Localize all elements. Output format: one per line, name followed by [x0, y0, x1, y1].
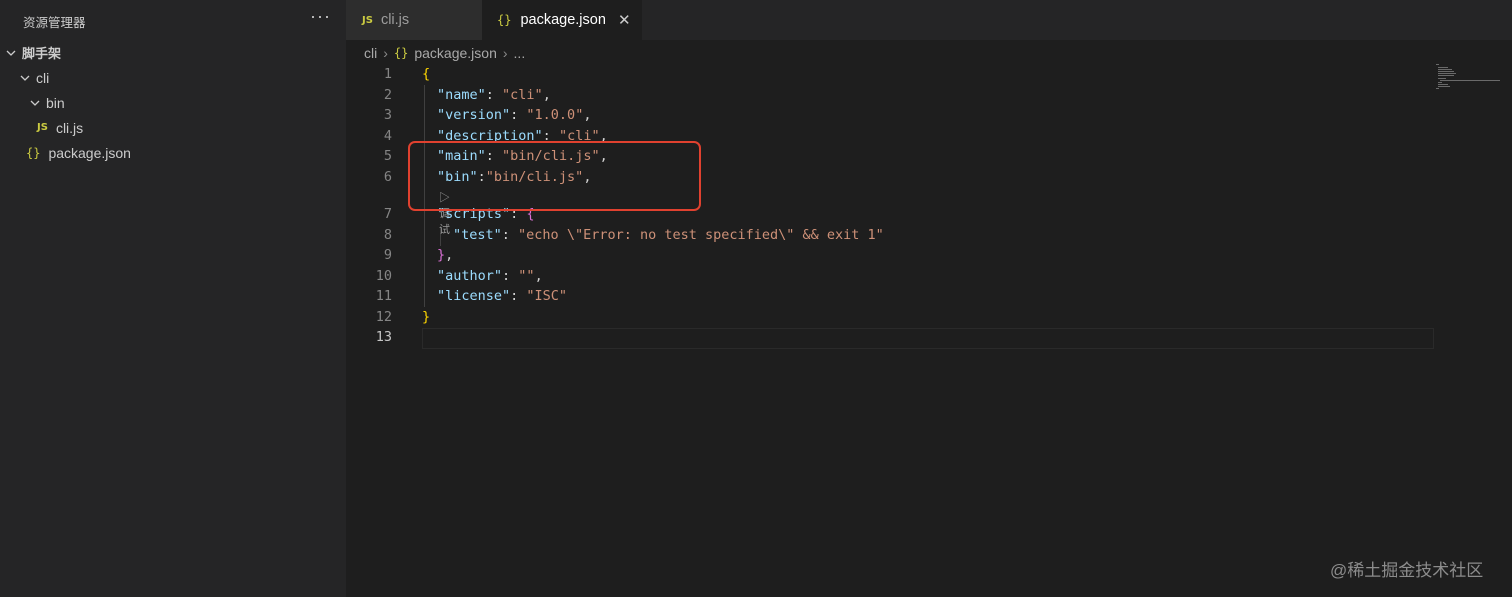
- tree-folder-cli-label: cli: [36, 69, 50, 86]
- minimap[interactable]: [1436, 64, 1502, 92]
- line-number: 2: [383, 87, 392, 103]
- tab-package-json-label: package.json: [520, 12, 606, 28]
- minimap-line: [1438, 82, 1442, 83]
- minimap-line: [1440, 80, 1500, 81]
- tree-file-package-label: package.json: [48, 144, 131, 161]
- line-number: 5: [383, 148, 392, 164]
- breadcrumb-package-json[interactable]: package.json: [414, 45, 497, 61]
- chevron-right-icon: ›: [383, 45, 388, 61]
- watermark: @稀土掘金技术社区: [1330, 561, 1484, 580]
- json-key: "author": [437, 268, 503, 284]
- brace: }: [422, 309, 431, 325]
- json-file-icon: {}: [393, 46, 409, 60]
- explorer-title: 资源管理器: [23, 16, 86, 30]
- json-key: "version": [437, 107, 511, 123]
- code-line-10: "author": "",: [437, 268, 543, 284]
- breadcrumb-more[interactable]: ...: [514, 45, 526, 61]
- line-number: 7: [383, 206, 392, 222]
- tree-file-package[interactable]: {} package.json: [0, 140, 372, 165]
- chevron-right-icon: ›: [502, 45, 508, 61]
- javascript-file-icon: JS: [37, 122, 48, 133]
- tab-bar: JS cli.js {} package.json ✕: [346, 0, 1512, 40]
- javascript-file-icon: JS: [362, 14, 373, 26]
- minimap-line: [1438, 69, 1452, 70]
- code-line-1: {: [422, 66, 430, 82]
- breadcrumb-cli[interactable]: cli: [364, 45, 377, 61]
- tab-package-json[interactable]: {} package.json ✕: [482, 0, 642, 40]
- json-key: "test": [453, 227, 502, 243]
- tree-root-label: 脚手架: [22, 46, 62, 61]
- line-number: 10: [375, 268, 392, 284]
- minimap-line: [1436, 64, 1439, 65]
- json-key: "license": [437, 288, 511, 304]
- json-value: "1.0.0": [526, 107, 584, 123]
- json-value: "": [518, 268, 535, 284]
- json-file-icon: {}: [26, 145, 41, 160]
- highlight-annotation-box: [408, 141, 701, 211]
- chevron-down-icon: [20, 75, 30, 81]
- minimap-line: [1438, 84, 1448, 85]
- brace: }: [437, 247, 446, 263]
- code-line-12: }: [422, 309, 430, 325]
- tab-clijs-label: cli.js: [380, 12, 410, 28]
- brace: {: [422, 66, 431, 82]
- line-number: 8: [383, 227, 392, 243]
- minimap-line: [1436, 88, 1439, 89]
- close-icon[interactable]: ✕: [618, 11, 631, 29]
- explorer-sidebar: 资源管理器 ··· 脚手架 cli bin JS cli.js {} packa…: [0, 0, 346, 597]
- minimap-line: [1438, 78, 1446, 79]
- line-number-current: 13: [375, 329, 392, 345]
- explorer-header: 资源管理器 ···: [0, 0, 346, 40]
- minimap-line: [1438, 71, 1454, 72]
- json-key: "name": [437, 87, 486, 103]
- minimap-line: [1438, 67, 1448, 68]
- current-line-highlight: [422, 328, 1434, 349]
- chevron-down-icon: [6, 50, 16, 56]
- json-value: "echo \"Error: no test specified\" && ex…: [518, 227, 884, 243]
- tree-file-clijs-label: cli.js: [55, 119, 84, 136]
- line-number: 6: [383, 169, 392, 185]
- json-value: "cli": [502, 87, 543, 103]
- code-line-9: },: [437, 247, 454, 263]
- tree-root-folder[interactable]: 脚手架: [0, 40, 352, 65]
- json-value: "ISC": [526, 288, 568, 304]
- breadcrumb: cli › {} package.json › ...: [364, 43, 525, 63]
- line-number: 9: [383, 247, 392, 263]
- more-actions-icon[interactable]: ···: [310, 6, 331, 27]
- line-number: 11: [375, 288, 392, 304]
- code-line-11: "license": "ISC": [437, 288, 568, 304]
- json-file-icon: {}: [497, 13, 512, 27]
- tree-file-clijs[interactable]: JS cli.js: [0, 115, 383, 140]
- minimap-line: [1438, 75, 1454, 76]
- tree-folder-bin[interactable]: bin: [0, 90, 376, 115]
- minimap-line: [1438, 73, 1456, 74]
- line-number: 3: [383, 107, 392, 123]
- minimap-line: [1438, 86, 1450, 87]
- code-line-8: "test": "echo \"Error: no test specified…: [453, 227, 884, 243]
- line-number: 12: [375, 309, 392, 325]
- tab-clijs[interactable]: JS cli.js: [346, 0, 482, 40]
- code-line-2: "name": "cli",: [437, 87, 551, 103]
- tree-folder-bin-label: bin: [46, 94, 65, 111]
- code-line-3: "version": "1.0.0",: [437, 107, 592, 123]
- tree-folder-cli[interactable]: cli: [0, 65, 366, 90]
- line-number: 4: [383, 128, 392, 144]
- chevron-down-icon: [30, 100, 40, 106]
- line-number: 1: [383, 66, 392, 82]
